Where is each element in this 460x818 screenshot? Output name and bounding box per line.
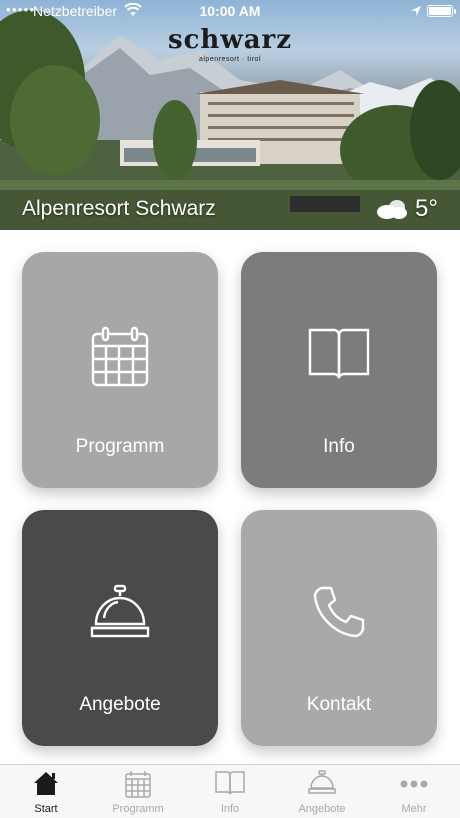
tab-label: Angebote — [298, 803, 346, 815]
clock: 10:00 AM — [199, 3, 261, 19]
tab-start[interactable]: Start — [0, 765, 92, 818]
resort-logo: schwarz alpenresort · tirol — [0, 26, 460, 63]
battery-icon — [427, 5, 456, 17]
tab-label: Mehr — [401, 803, 427, 815]
tab-bar: Start Programm Info Angebote Mehr — [0, 764, 460, 818]
tile-programm[interactable]: Programm — [22, 252, 218, 488]
logo-tagline: alpenresort · tirol — [198, 56, 262, 63]
tile-angebote[interactable]: Angebote — [22, 510, 218, 746]
service-bell-icon — [22, 584, 218, 645]
cloudy-icon — [377, 200, 408, 219]
tab-label: Programm — [112, 803, 164, 815]
phone-icon — [241, 584, 437, 645]
tile-label: Kontakt — [306, 694, 372, 715]
service-bell-icon — [276, 770, 368, 800]
tile-label: Angebote — [79, 694, 161, 715]
calendar-icon — [22, 326, 218, 393]
more-dots-icon — [368, 770, 460, 800]
calendar-icon — [92, 770, 184, 800]
book-icon — [184, 770, 276, 800]
tab-mehr[interactable]: Mehr — [368, 765, 460, 818]
weather-widget: 5° — [375, 195, 438, 223]
temperature: 5° — [415, 195, 438, 222]
tile-label: Info — [323, 436, 355, 457]
hero-image: ●●●●● Netzbetreiber 10:00 AM schwarz alp… — [0, 0, 460, 230]
tab-angebote[interactable]: Angebote — [276, 765, 368, 818]
location-arrow-icon — [410, 4, 422, 20]
tile-kontakt[interactable]: Kontakt — [241, 510, 437, 746]
status-bar: ●●●●● Netzbetreiber 10:00 AM — [0, 0, 460, 22]
tile-info[interactable]: Info — [241, 252, 437, 488]
tab-programm[interactable]: Programm — [92, 765, 184, 818]
tab-label: Start — [34, 803, 58, 815]
logo-wordmark: schwarz — [167, 25, 293, 55]
book-icon — [241, 326, 437, 387]
tab-label: Info — [220, 803, 240, 815]
resort-name: Alpenresort Schwarz — [22, 197, 216, 220]
tab-info[interactable]: Info — [184, 765, 276, 818]
tile-label: Programm — [75, 436, 165, 457]
home-icon — [0, 770, 92, 800]
